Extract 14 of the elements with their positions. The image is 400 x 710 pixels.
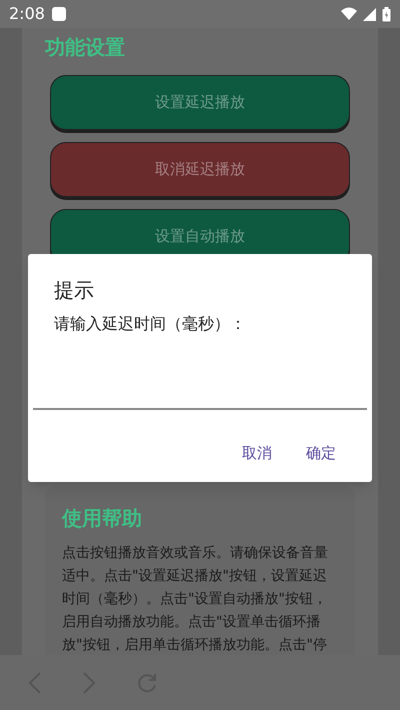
dialog-button[interactable]: 取消: [238, 438, 276, 468]
notification-icon: [50, 6, 67, 22]
signal-icon: [363, 8, 376, 20]
status-time: 2:08: [9, 3, 45, 25]
help-title: 使用帮助: [62, 505, 143, 532]
dialog-button[interactable]: 确定: [302, 438, 340, 468]
action-button[interactable]: 设置延迟播放: [50, 75, 350, 130]
dialog-message: 请输入延迟时间（毫秒）：: [53, 313, 247, 335]
battery-icon: [382, 6, 391, 22]
dialog-title: 提示: [53, 277, 95, 304]
action-button[interactable]: 取消延迟播放: [50, 142, 350, 197]
section-title: 功能设置: [44, 34, 126, 61]
wifi-icon: [341, 7, 357, 21]
help-text: 点击按钮播放音效或音乐。请确保设备音量适中。点击"设置延迟播放"按钮，设置延迟时间（毫秒）。点击"设置自动播放"按钮，启用自动播放功能。点击"设置单击循环播放"按钮，启用单击循环播放功能。点击"停: [62, 544, 329, 655]
